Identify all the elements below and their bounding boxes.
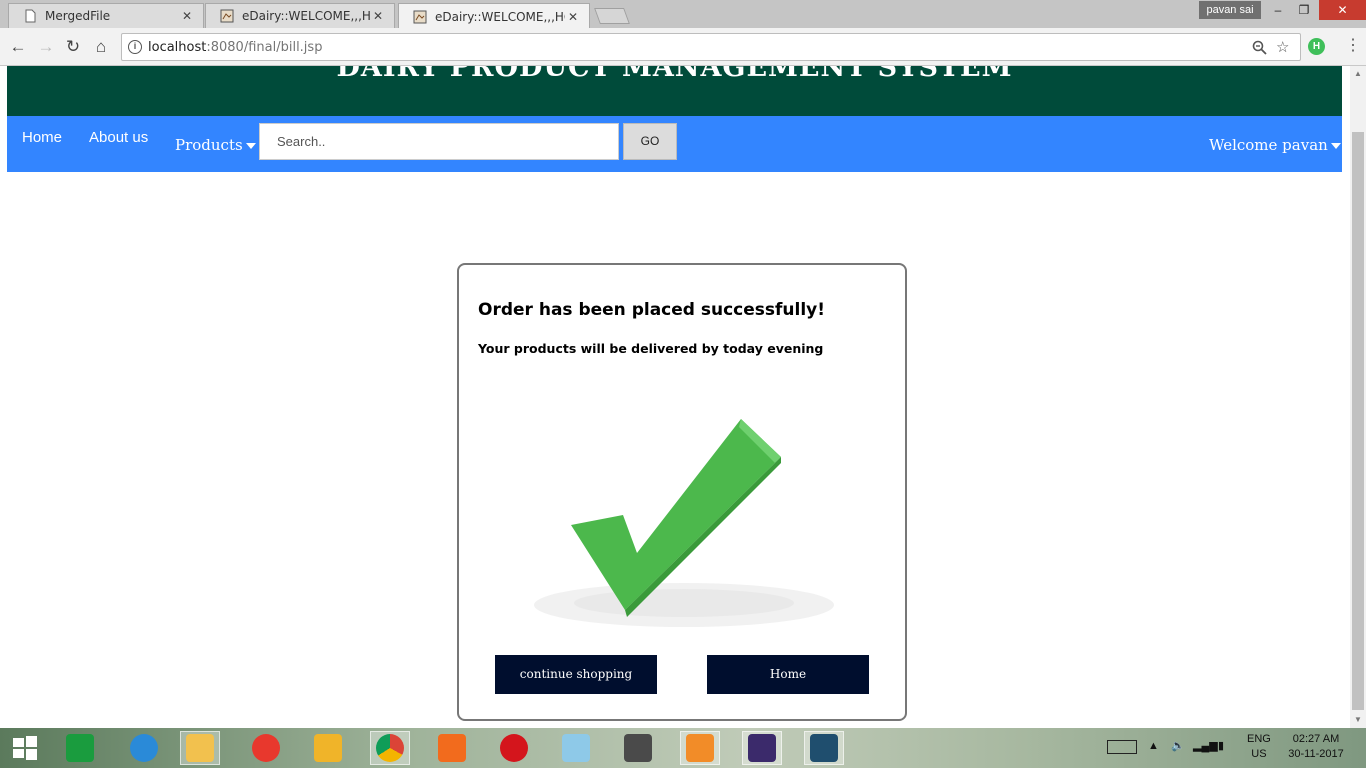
document-icon	[25, 9, 36, 23]
photos-icon[interactable]	[556, 731, 596, 765]
zoom-icon[interactable]	[1252, 40, 1267, 55]
internet-explorer-icon[interactable]	[124, 731, 164, 765]
nav-about-link[interactable]: About us	[89, 129, 148, 146]
browser-toolbar: ← → ↻ ⌂ i localhost:8080/final/bill.jsp …	[0, 28, 1366, 66]
vertical-scrollbar[interactable]: ▲ ▼	[1350, 66, 1366, 728]
reload-icon[interactable]: ↻	[63, 37, 83, 57]
main-navbar: Home About us Products GO Welcome pavan	[7, 116, 1342, 172]
media-player-icon[interactable]	[680, 731, 720, 765]
tab-close-icon[interactable]: ✕	[179, 9, 195, 23]
language-indicator[interactable]: ENG US	[1247, 733, 1271, 760]
battery-icon[interactable]: ▮	[1218, 739, 1224, 752]
address-bar[interactable]: i localhost:8080/final/bill.jsp ☆	[121, 33, 1301, 61]
tab-edairy-1[interactable]: eDairy::WELCOME,,,HOM ✕	[205, 3, 395, 28]
mysql-workbench-icon[interactable]	[804, 731, 844, 765]
sublime-text-icon[interactable]	[618, 731, 658, 765]
search-input[interactable]	[259, 123, 619, 160]
url-text[interactable]: localhost:8080/final/bill.jsp	[148, 40, 322, 55]
home-button[interactable]: Home	[707, 655, 869, 694]
tab-edairy-active[interactable]: eDairy::WELCOME,,,HOM ✕	[398, 3, 590, 29]
nav-home-link[interactable]: Home	[22, 129, 62, 146]
tab-close-icon[interactable]: ✕	[565, 10, 581, 24]
clock-time: 02:27 AM	[1292, 733, 1340, 745]
products-label: Products	[175, 136, 243, 154]
tray-chevron-up-icon[interactable]: ▲	[1148, 740, 1159, 752]
caret-down-icon	[1330, 143, 1341, 149]
welcome-user-dropdown[interactable]: Welcome pavan	[1209, 136, 1341, 154]
mi-pc-suite-icon[interactable]	[432, 731, 472, 765]
home-icon[interactable]: ⌂	[91, 37, 111, 57]
welcome-label: Welcome pavan	[1209, 136, 1328, 154]
volume-icon[interactable]: 🔈	[1171, 739, 1185, 752]
site-favicon-icon	[220, 9, 234, 23]
site-favicon-icon	[413, 10, 427, 23]
window-close-icon[interactable]: ✕	[1319, 0, 1366, 20]
windows-start-icon[interactable]	[5, 731, 45, 765]
delivery-message: Your products will be delivered by today…	[478, 341, 824, 356]
keyboard-icon[interactable]	[1107, 740, 1137, 754]
java-ee-ide-icon[interactable]	[742, 731, 782, 765]
clock[interactable]: 02:27 AM 30-11-2017	[1284, 733, 1348, 760]
browser-tab-strip: MergedFile ✕ eDairy::WELCOME,,,HOM ✕ eDa…	[0, 0, 1366, 29]
chrome-icon[interactable]	[370, 731, 410, 765]
opera-icon[interactable]	[494, 731, 534, 765]
extension-icon[interactable]: H	[1308, 38, 1325, 55]
back-arrow-icon[interactable]: ←	[8, 37, 28, 57]
page-viewport: DAIRY PRODUCT MANAGEMENT SYSTEM Home Abo…	[0, 66, 1350, 728]
order-success-card: Order has been placed successfully! Your…	[457, 263, 907, 721]
file-explorer-icon[interactable]	[180, 731, 220, 765]
checkmark-icon	[534, 419, 834, 627]
network-signal-icon[interactable]: ▂▄▆	[1193, 739, 1218, 752]
new-tab-button[interactable]	[594, 8, 630, 24]
star-bookmark-icon[interactable]: ☆	[1276, 38, 1289, 56]
forward-arrow-icon[interactable]: →	[36, 37, 56, 57]
nav-products-dropdown[interactable]: Products	[175, 136, 256, 154]
tab-title: MergedFile	[45, 9, 111, 23]
scroll-down-arrow-icon[interactable]: ▼	[1350, 712, 1366, 728]
site-header: DAIRY PRODUCT MANAGEMENT SYSTEM	[7, 66, 1342, 116]
recorder-icon[interactable]	[246, 731, 286, 765]
continue-shopping-button[interactable]: continue shopping	[495, 655, 657, 694]
windows-taskbar: ▲ 🔈 ▂▄▆ ▮ ENG US 02:27 AM 30-11-2017	[0, 728, 1366, 768]
go-button[interactable]: GO	[623, 123, 677, 160]
tab-mergedfile[interactable]: MergedFile ✕	[8, 3, 204, 28]
clock-date: 30-11-2017	[1288, 748, 1344, 760]
tab-close-icon[interactable]: ✕	[370, 9, 386, 23]
scroll-up-arrow-icon[interactable]: ▲	[1350, 66, 1366, 82]
profile-badge[interactable]: pavan sai	[1199, 1, 1261, 19]
tab-title: eDairy::WELCOME,,,HOM	[435, 9, 565, 24]
store-icon[interactable]	[60, 731, 100, 765]
restore-icon[interactable]: ❐	[1287, 0, 1321, 20]
scrollbar-thumb[interactable]	[1352, 132, 1364, 710]
caret-down-icon	[245, 143, 256, 149]
site-title: DAIRY PRODUCT MANAGEMENT SYSTEM	[336, 66, 1013, 83]
order-success-heading: Order has been placed successfully!	[478, 300, 825, 320]
kebab-menu-icon[interactable]: ⋮	[1345, 38, 1361, 54]
tab-title: eDairy::WELCOME,,,HOM	[242, 9, 370, 23]
info-icon[interactable]: i	[128, 40, 142, 54]
winamp-icon[interactable]	[308, 731, 348, 765]
